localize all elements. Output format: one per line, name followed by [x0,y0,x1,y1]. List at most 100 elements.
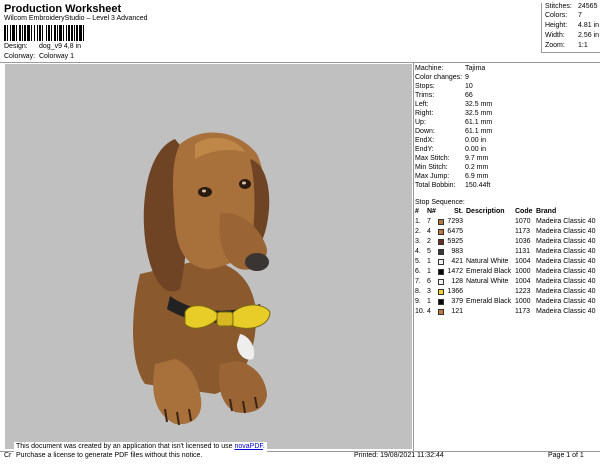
stop-code: 1036 [515,238,531,245]
stop-stitches: 1472 [447,268,463,275]
stop-sequence-row: 1. 7 7293 1070 Madeira Classic 40 [415,217,600,227]
stop-brand: Madeira Classic 40 [536,298,596,305]
footer-left: Cr [4,452,12,459]
stop-needle: 3 [427,288,431,295]
stop-sequence-rows: 1. 7 7293 1070 Madeira Classic 40 2. 4 6475 1173… [415,217,600,317]
stop-brand: Madeira Classic 40 [536,258,596,265]
stop-num: 4. [415,248,421,255]
stop-description: Emerald Black [466,268,512,275]
machine-info-value: 10 [465,83,473,90]
software-name: Wilcom EmbroideryStudio – Level 3 Advanc… [4,15,148,22]
stop-code: 1000 [515,268,531,275]
machine-info-value: 61.1 mm [465,128,493,135]
stop-code: 1070 [515,218,531,225]
col-header-n: N# [427,208,436,215]
stop-brand: Madeira Classic 40 [536,228,596,235]
summary-row: Zoom: 1:1 [545,42,588,49]
machine-info-label: Up: [415,119,426,126]
summary-value: 2.56 in [578,32,600,39]
stop-stitches: 121 [451,308,463,315]
stop-code: 1173 [515,228,531,235]
machine-info-label: Min Stitch: [415,164,448,171]
machine-info-value: 61.1 mm [465,119,493,126]
design-value: dog_v9 4,8 in [39,43,82,50]
machine-info-row: Left: 32.5 mm [415,100,492,109]
stop-needle: 6 [427,278,431,285]
stop-num: 1. [415,218,421,225]
header-divider [0,62,600,63]
machine-info-row: EndY: 0.00 in [415,145,492,154]
machine-info-label: Stops: [415,83,435,90]
machine-info-label: EndY: [415,146,434,153]
stop-sequence-row: 10. 4 121 1173 Madeira Classic 40 [415,307,600,317]
color-swatch [438,259,444,265]
color-swatch [438,269,444,275]
summary-row: Colors: 7 [545,12,582,19]
column-divider [413,62,414,451]
notice-line-1: This document was created by an applicat… [16,442,265,451]
stop-sequence-title: Stop Sequence: [415,199,465,206]
summary-box: Stitches: 24565 Colors: 7 Height: 4.81 in W… [541,3,600,53]
barcode [4,25,116,41]
stop-brand: Madeira Classic 40 [536,308,596,315]
machine-info-label: Machine: [415,65,444,72]
summary-label: Width: [545,32,565,39]
stop-needle: 7 [427,218,431,225]
stop-stitches: 6475 [447,228,463,235]
stop-needle: 2 [427,238,431,245]
stop-code: 1223 [515,288,531,295]
machine-info-row: Max Jump: 6.9 mm [415,172,492,181]
machine-info-label: Right: [415,110,434,117]
machine-info-row: Stops: 10 [415,82,492,91]
col-header-num: # [415,208,419,215]
machine-info: Machine: Tajima Color changes: 9 Stops: 10 Tri… [415,64,492,190]
colorway-value: Colorway 1 [39,53,75,60]
color-swatch [438,279,444,285]
summary-row: Height: 4.81 in [545,22,599,29]
machine-info-label: Max Stitch: [415,155,450,162]
machine-info-row: Total Bobbin: 150.44ft [415,181,492,190]
stop-brand: Madeira Classic 40 [536,238,596,245]
stop-needle: 5 [427,248,431,255]
stop-sequence: Stop Sequence: # N# St. Description Code… [415,198,600,317]
stop-code: 1000 [515,298,531,305]
stop-sequence-row: 2. 4 6475 1173 Madeira Classic 40 [415,227,600,237]
colorway-label: Colorway: [4,53,36,60]
stop-num: 7. [415,278,421,285]
color-swatch [438,249,444,255]
color-swatch [438,309,444,315]
machine-info-row: Up: 61.1 mm [415,118,492,127]
stop-brand: Madeira Classic 40 [536,218,596,225]
stop-code: 1131 [515,248,531,255]
stop-sequence-header: # N# St. Description Code Brand [415,207,600,217]
color-swatch [438,299,444,305]
machine-info-row: Min Stitch: 0.2 mm [415,163,492,172]
summary-value: 4.81 in [578,22,600,29]
stop-code: 1004 [515,278,531,285]
stop-num: 5. [415,258,421,265]
stop-sequence-row: 6. 1 1472 Emerald Black 1000 Madeira Classic … [415,267,600,277]
printed-date: Printed: 19/08/2021 11:32:44 [354,452,444,459]
summary-label: Stitches: [545,3,572,10]
stop-num: 6. [415,268,421,275]
worksheet-title: Production Worksheet [4,3,122,15]
machine-info-value: 0.2 mm [465,164,489,171]
stop-brand: Madeira Classic 40 [536,268,596,275]
stop-sequence-row: 3. 2 5925 1036 Madeira Classic 40 [415,237,600,247]
novapdf-link[interactable]: novaPDF [234,443,262,450]
stop-num: 2. [415,228,421,235]
barcode-bar [84,25,86,41]
machine-info-label: Color changes: [415,74,463,81]
stop-code: 1004 [515,258,531,265]
stop-brand: Madeira Classic 40 [536,248,596,255]
machine-info-value: 0.00 in [465,137,487,144]
col-header-description: Description [466,208,505,215]
summary-label: Height: [545,22,568,29]
notice-text: This document was created by an applicat… [16,443,235,450]
color-swatch [438,229,444,235]
stop-stitches: 421 [451,258,463,265]
stop-stitches: 379 [451,298,463,305]
col-header-brand: Brand [536,208,557,215]
stop-num: 9. [415,298,421,305]
stop-stitches: 5925 [447,238,463,245]
